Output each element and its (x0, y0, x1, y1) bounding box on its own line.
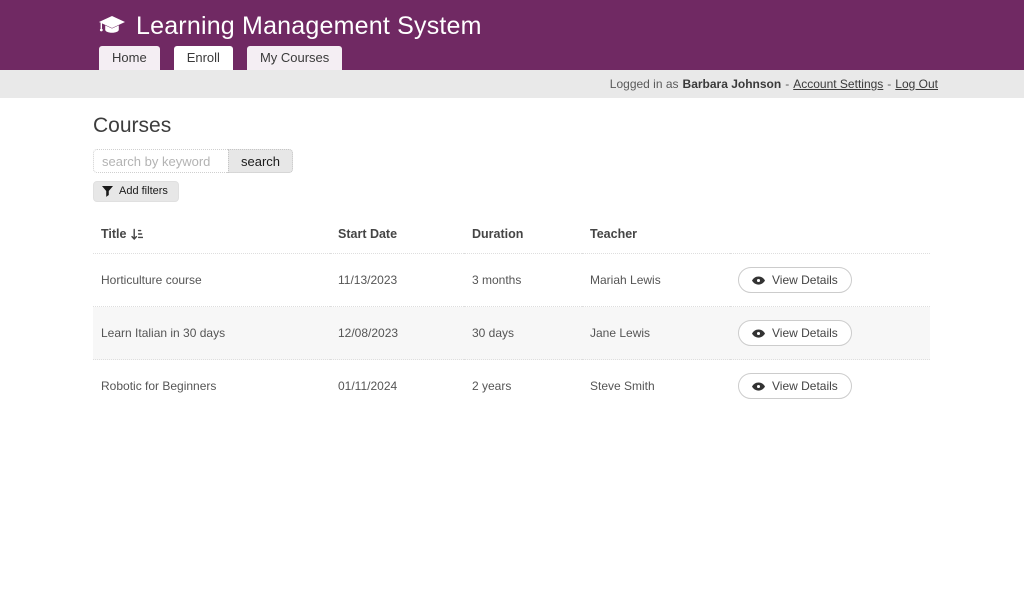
add-filters-button[interactable]: Add filters (93, 181, 179, 202)
logged-in-label: Logged in as (610, 77, 679, 91)
page-title: Courses (93, 114, 938, 138)
log-out-link[interactable]: Log Out (895, 77, 938, 91)
course-teacher: Jane Lewis (582, 307, 730, 360)
graduation-cap-icon (99, 16, 125, 37)
brand: Learning Management System (99, 12, 482, 41)
tab-my-courses[interactable]: My Courses (247, 46, 342, 70)
column-header-duration: Duration (464, 217, 582, 254)
course-start-date: 01/11/2024 (330, 360, 464, 413)
column-header-start-date: Start Date (330, 217, 464, 254)
view-details-button[interactable]: View Details (738, 267, 852, 293)
table-row: Horticulture course 11/13/2023 3 months … (93, 254, 930, 307)
eye-icon (752, 329, 765, 338)
app-title: Learning Management System (136, 12, 482, 41)
column-header-actions (730, 217, 930, 254)
column-header-title[interactable]: Title (93, 217, 330, 254)
course-start-date: 11/13/2023 (330, 254, 464, 307)
separator: - (887, 77, 891, 91)
view-details-label: View Details (772, 326, 838, 340)
eye-icon (752, 276, 765, 285)
table-row: Learn Italian in 30 days 12/08/2023 30 d… (93, 307, 930, 360)
main-content: Courses search Add filters Title (93, 114, 938, 412)
course-start-date: 12/08/2023 (330, 307, 464, 360)
view-details-label: View Details (772, 379, 838, 393)
course-teacher: Mariah Lewis (582, 254, 730, 307)
tab-enroll[interactable]: Enroll (174, 46, 233, 70)
course-title: Robotic for Beginners (93, 360, 330, 413)
course-title: Horticulture course (93, 254, 330, 307)
app-header: Learning Management System Home Enroll M… (0, 0, 1024, 70)
column-title-label: Title (101, 227, 126, 241)
tab-home[interactable]: Home (99, 46, 160, 70)
course-duration: 30 days (464, 307, 582, 360)
course-title: Learn Italian in 30 days (93, 307, 330, 360)
view-details-button[interactable]: View Details (738, 320, 852, 346)
table-row: Robotic for Beginners 01/11/2024 2 years… (93, 360, 930, 413)
course-duration: 3 months (464, 254, 582, 307)
search-input[interactable] (93, 149, 228, 173)
course-duration: 2 years (464, 360, 582, 413)
filter-icon (102, 186, 113, 197)
account-settings-link[interactable]: Account Settings (793, 77, 883, 91)
column-header-teacher: Teacher (582, 217, 730, 254)
view-details-label: View Details (772, 273, 838, 287)
courses-table: Title Start Date Durati (93, 217, 930, 412)
eye-icon (752, 382, 765, 391)
session-bar: Logged in as Barbara Johnson - Account S… (0, 70, 1024, 98)
search-group: search (93, 149, 938, 173)
sort-icon (131, 228, 143, 241)
add-filters-label: Add filters (119, 185, 168, 197)
separator: - (785, 77, 789, 91)
search-button[interactable]: search (228, 149, 293, 173)
main-nav: Home Enroll My Courses (99, 46, 342, 70)
view-details-button[interactable]: View Details (738, 373, 852, 399)
course-teacher: Steve Smith (582, 360, 730, 413)
user-name: Barbara Johnson (683, 77, 782, 91)
table-header: Title Start Date Durati (93, 217, 930, 254)
